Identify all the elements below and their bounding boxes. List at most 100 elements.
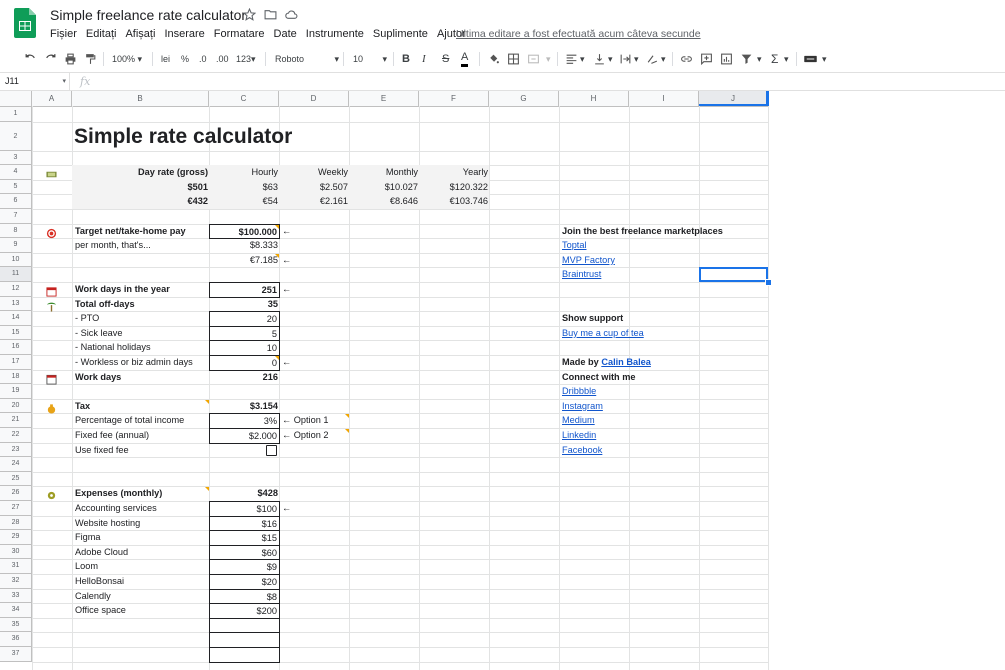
row-header-30[interactable]: 30 <box>0 544 32 560</box>
row-header-23[interactable]: 23 <box>0 442 32 458</box>
marketplace-link[interactable]: MVP Factory <box>559 253 630 269</box>
target-input[interactable]: $100.000 <box>209 223 280 240</box>
row-header-19[interactable]: 19 <box>0 384 32 399</box>
menu-file[interactable]: Fișier <box>50 28 77 42</box>
row-header-20[interactable]: 20 <box>0 398 32 414</box>
expense-input[interactable]: $8 <box>209 588 280 605</box>
per-month-usd[interactable]: $8.333 <box>209 238 280 254</box>
decrease-decimal-button[interactable]: .0 <box>199 51 207 67</box>
row-header-7[interactable]: 7 <box>0 209 32 224</box>
merge-cells-icon[interactable] <box>527 51 540 67</box>
rate-table-cell[interactable]: Day rate (gross) <box>72 165 210 181</box>
row-header-33[interactable]: 33 <box>0 588 32 604</box>
row-header-18[interactable]: 18 <box>0 369 32 385</box>
row-header-37[interactable]: 37 <box>0 647 32 662</box>
expense-input[interactable]: $20 <box>209 574 280 590</box>
row-header-4[interactable]: 4 <box>0 165 32 180</box>
star-icon[interactable] <box>242 7 257 22</box>
comment-indicator[interactable] <box>205 399 209 404</box>
rate-table-cell[interactable]: $10.027 <box>349 180 420 196</box>
sheets-logo-icon[interactable] <box>14 8 36 38</box>
chevron-down-icon[interactable]: ▾ <box>822 51 827 67</box>
row-header-8[interactable]: 8 <box>0 223 32 239</box>
bold-button[interactable]: B <box>402 51 410 67</box>
filter-icon[interactable] <box>740 51 753 67</box>
undo-icon[interactable] <box>24 51 37 67</box>
percent-button[interactable]: % <box>181 51 189 67</box>
column-header-d[interactable]: D <box>279 91 349 106</box>
social-link[interactable]: Linkedin <box>559 428 630 444</box>
rate-table-cell[interactable]: Monthly <box>349 165 420 181</box>
rate-table-cell[interactable]: Yearly <box>419 165 490 181</box>
rate-table-cell[interactable]: €2.161 <box>279 194 350 210</box>
comment-indicator[interactable] <box>345 429 349 433</box>
italic-button[interactable]: I <box>422 51 426 67</box>
move-folder-icon[interactable] <box>264 8 278 22</box>
zoom-select[interactable]: 100% ▾ <box>112 51 142 67</box>
column-header-h[interactable]: H <box>559 91 629 106</box>
chevron-down-icon[interactable]: ▾ <box>608 51 613 67</box>
expense-input[interactable]: $9 <box>209 559 280 575</box>
menu-tools[interactable]: Instrumente <box>306 28 364 42</box>
sick-input[interactable]: 5 <box>209 325 280 342</box>
row-header-21[interactable]: 21 <box>0 413 32 428</box>
print-icon[interactable] <box>64 51 77 67</box>
row-header-10[interactable]: 10 <box>0 252 32 268</box>
input-tools-icon[interactable] <box>803 51 818 67</box>
social-link[interactable]: Medium <box>559 413 630 429</box>
column-header-b[interactable]: B <box>72 91 209 106</box>
row-header-28[interactable]: 28 <box>0 515 32 531</box>
row-header-9[interactable]: 9 <box>0 238 32 253</box>
cloud-status-icon[interactable] <box>285 8 299 22</box>
rate-table-cell[interactable]: Weekly <box>279 165 350 181</box>
expenses-total[interactable]: $428 <box>209 486 280 502</box>
column-header-j[interactable]: J <box>699 91 768 106</box>
document-title[interactable]: Simple freelance rate calculator <box>50 7 246 23</box>
holidays-input[interactable]: 10 <box>209 340 280 356</box>
selected-cell-j11[interactable] <box>699 267 768 282</box>
row-header-3[interactable]: 3 <box>0 150 32 166</box>
rate-table-cell[interactable]: €8.646 <box>349 194 420 210</box>
chevron-down-icon[interactable]: ▾ <box>634 51 639 67</box>
expense-input-empty[interactable] <box>209 617 280 634</box>
column-header-f[interactable]: F <box>419 91 489 106</box>
increase-decimal-button[interactable]: .00 <box>216 51 229 67</box>
row-header-12[interactable]: 12 <box>0 282 32 297</box>
social-link[interactable]: Facebook <box>559 443 630 459</box>
chevron-down-icon[interactable]: ▾ <box>661 51 666 67</box>
row-header-14[interactable]: 14 <box>0 311 32 326</box>
more-formats-button[interactable]: 123▾ <box>236 51 256 67</box>
comment-indicator[interactable] <box>345 414 349 419</box>
comment-indicator[interactable] <box>205 487 209 492</box>
row-header-11[interactable]: 11 <box>0 267 32 282</box>
sheet-title[interactable]: Simple rate calculator <box>72 122 420 152</box>
text-wrap-icon[interactable] <box>619 51 632 67</box>
menu-data[interactable]: Date <box>274 28 297 42</box>
fixed-fee-input[interactable]: $2.000 <box>209 428 280 444</box>
social-link[interactable]: Dribbble <box>559 384 630 400</box>
work-days-input[interactable]: 251 <box>209 282 280 298</box>
menu-insert[interactable]: Inserare <box>164 28 204 42</box>
row-header-31[interactable]: 31 <box>0 559 32 574</box>
rate-table-cell[interactable]: $120.322 <box>419 180 490 196</box>
rate-table-cell[interactable]: €432 <box>72 194 210 210</box>
use-fixed-fee-checkbox[interactable] <box>266 444 277 456</box>
row-header-27[interactable]: 27 <box>0 501 32 516</box>
menu-addons[interactable]: Suplimente <box>373 28 428 42</box>
row-header-1[interactable]: 1 <box>0 107 32 122</box>
insert-link-icon[interactable] <box>680 51 693 67</box>
row-header-13[interactable]: 13 <box>0 296 32 312</box>
row-header-26[interactable]: 26 <box>0 486 32 501</box>
redo-icon[interactable] <box>44 51 57 67</box>
comment-indicator[interactable] <box>275 253 279 258</box>
row-header-15[interactable]: 15 <box>0 325 32 341</box>
column-header-g[interactable]: G <box>489 91 559 106</box>
font-size-select[interactable]: 10 ▾ <box>353 51 387 67</box>
row-header-2[interactable]: 2 <box>0 121 32 151</box>
chevron-down-icon[interactable]: ▾ <box>580 51 585 67</box>
menu-view[interactable]: Afișați <box>125 28 155 42</box>
row-header-29[interactable]: 29 <box>0 530 32 545</box>
rate-table-cell[interactable]: Hourly <box>209 165 280 181</box>
rate-table-cell[interactable]: €54 <box>209 194 280 210</box>
row-header-17[interactable]: 17 <box>0 355 32 370</box>
